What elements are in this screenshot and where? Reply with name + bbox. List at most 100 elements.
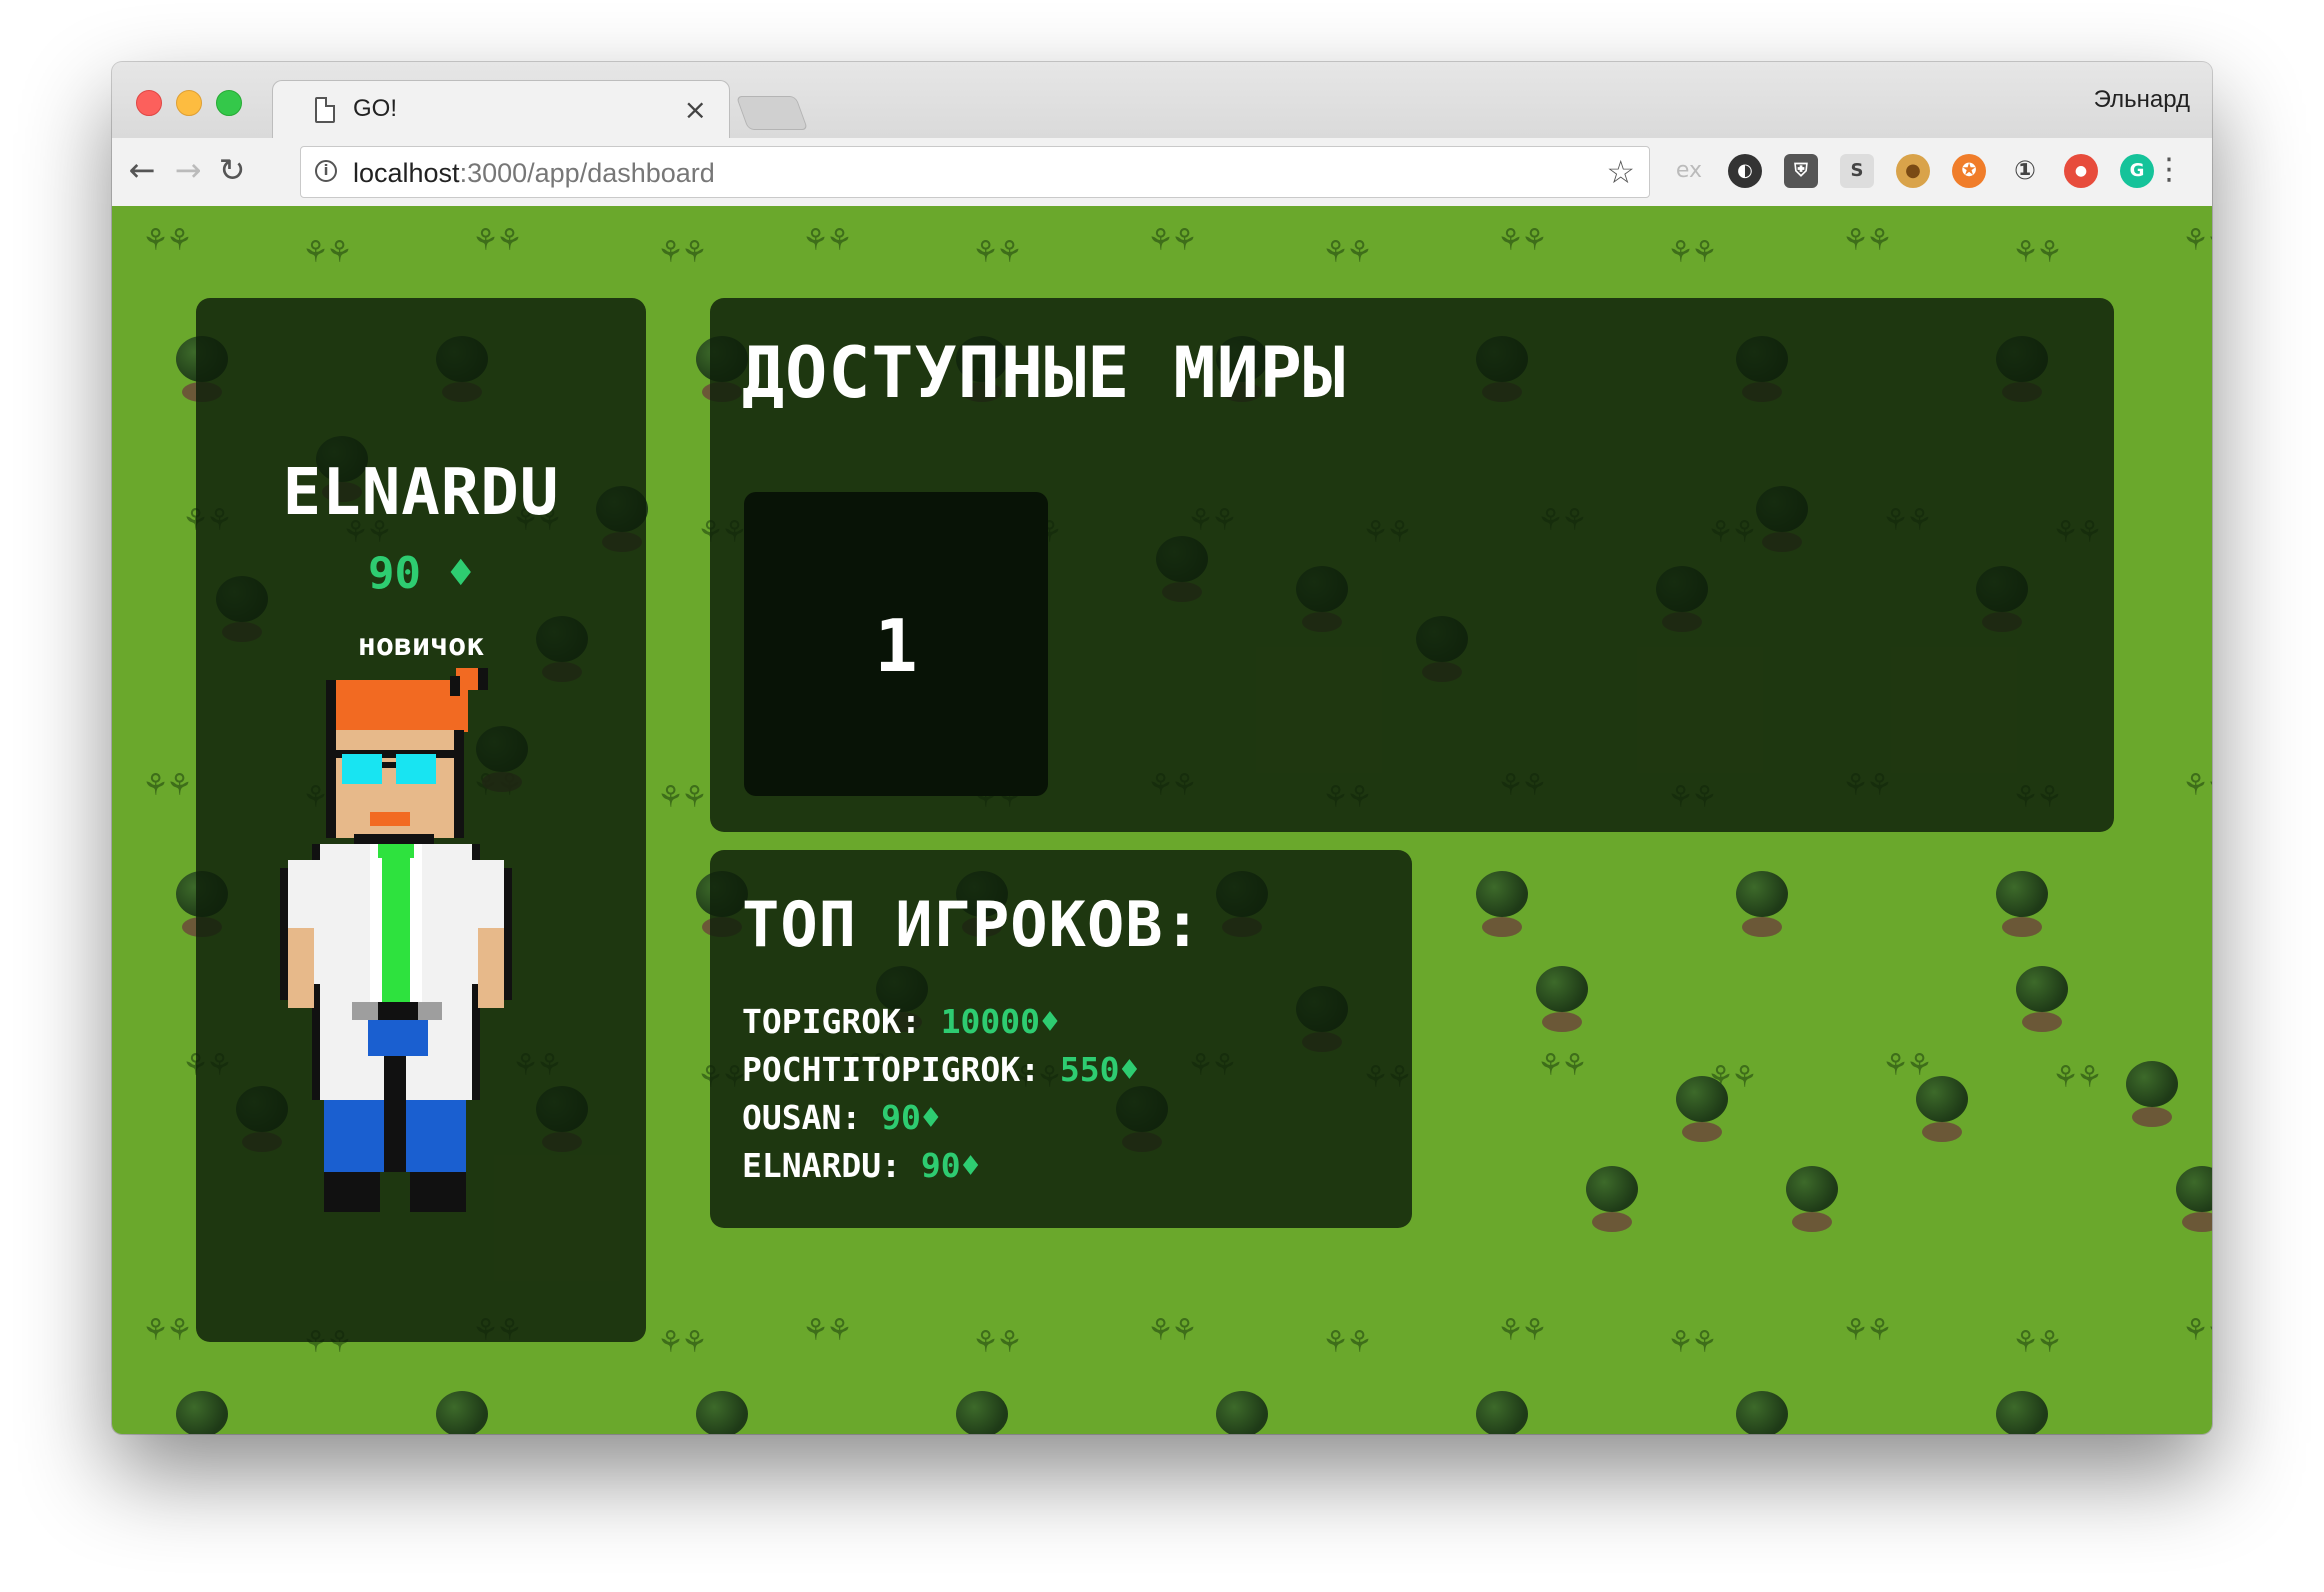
leaderboard-player-name: OUSAN: — [742, 1098, 862, 1137]
tree — [1472, 871, 1532, 941]
tab-close-icon[interactable]: × — [684, 93, 707, 126]
worlds-title: ДОСТУПНЫЕ МИРЫ — [742, 332, 1347, 414]
grass-tuft: ⚘⚘ — [657, 1325, 708, 1360]
username: ELNARDU — [282, 456, 560, 530]
grass-tuft: ⚘⚘ — [1322, 235, 1373, 270]
url-host: localhost — [353, 158, 460, 188]
tree — [1992, 1391, 2052, 1434]
grass-tuft: ⚘⚘ — [1842, 1313, 1893, 1348]
url-path: :3000/app/dashboard — [459, 158, 715, 188]
grass-tuft: ⚘⚘ — [1322, 1325, 1373, 1360]
grass-tuft: ⚘⚘ — [972, 1325, 1023, 1360]
grass-tuft: ⚘⚘ — [2182, 768, 2212, 803]
tree — [1912, 1076, 1972, 1146]
leaderboard-score: 90 — [881, 1098, 921, 1137]
leaderboard-row: POCHTITOPIGROK: 550♦ — [742, 1050, 1139, 1089]
grass-tuft: ⚘⚘ — [1147, 223, 1198, 258]
tree — [432, 1391, 492, 1434]
grass-tuft: ⚘⚘ — [1842, 223, 1893, 258]
s-extension-icon[interactable]: S — [1840, 154, 1874, 188]
reload-icon[interactable]: ↻ — [212, 150, 252, 190]
game-dashboard: ⚘⚘ ⚘⚘ ⚘⚘ ⚘⚘ ⚘⚘ ⚘⚘ ⚘⚘ ⚘⚘ ⚘⚘ ⚘⚘ ⚘⚘ ⚘⚘ ⚘ ⚘ ⚘ ⚘ ⚘ ⚘ ⚘⚘ ⚘⚘ ⚘⚘ ⚘⚘ ⚘⚘… — [112, 206, 2212, 1434]
grammarly-extension-icon[interactable]: G — [2120, 154, 2154, 188]
grass-tuft: ⚘⚘ — [1667, 1325, 1718, 1360]
tree — [2172, 1166, 2212, 1236]
tree — [1732, 1391, 1792, 1434]
grass-tuft: ⚘⚘ — [2182, 1313, 2212, 1348]
leaderboard-row: TOPIGROK: 10000♦ — [742, 1002, 1060, 1041]
close-window-button[interactable] — [136, 90, 162, 116]
ex-extension-icon[interactable]: ex — [1672, 154, 1706, 188]
gem-balance: 90 ♦ — [196, 548, 646, 599]
player-avatar — [280, 668, 512, 1212]
password-extension-icon[interactable]: ① — [2008, 154, 2042, 188]
grass-tuft: ⚘⚘ — [2182, 223, 2212, 258]
profile-name[interactable]: Эльнард — [2094, 86, 2190, 114]
orange-extension-icon[interactable]: ✪ — [1952, 154, 1986, 188]
cookie-extension-icon[interactable]: ● — [1896, 154, 1930, 188]
leaderboard-title: ТОП ИГРОКОВ: — [742, 888, 1202, 961]
grass-tuft: ⚘⚘ — [472, 223, 523, 258]
world-card[interactable]: 1 — [744, 492, 1048, 796]
back-arrow-icon[interactable]: ← — [122, 150, 162, 190]
grass-tuft: ⚘⚘ — [2052, 1060, 2103, 1095]
address-bar[interactable]: i localhost:3000/app/dashboard ☆ — [300, 146, 1650, 198]
profile-panel: ELNARDU 90 ♦ новичок — [196, 298, 646, 1342]
tree — [1212, 1391, 1272, 1434]
browser-toolbar: ← → ↻ i localhost:3000/app/dashboard ☆ e… — [112, 138, 2212, 207]
grass-tuft: ⚘⚘ — [1497, 223, 1548, 258]
grass-tuft: ⚘⚘ — [657, 235, 708, 270]
grass-tuft: ⚘⚘ — [2012, 235, 2063, 270]
gem-count: 90 — [368, 548, 421, 599]
gem-icon: ♦ — [447, 548, 474, 599]
grass-tuft: ⚘⚘ — [1667, 235, 1718, 270]
player-rank: новичок — [357, 628, 485, 663]
tree — [1582, 1166, 1642, 1236]
world-number: 1 — [874, 604, 918, 688]
page-icon — [315, 97, 335, 123]
grass-tuft: ⚘⚘ — [1497, 1313, 1548, 1348]
tree — [2122, 1061, 2182, 1131]
speed-extension-icon[interactable]: ◐ — [1728, 154, 1762, 188]
gem-icon: ♦ — [1119, 1050, 1140, 1089]
browser-menu-icon[interactable]: ⋮ — [2154, 150, 2184, 190]
tree — [1992, 871, 2052, 941]
tree — [2012, 966, 2072, 1036]
gem-icon: ♦ — [960, 1146, 981, 1185]
record-extension-icon[interactable]: ● — [2064, 154, 2098, 188]
bookmark-star-icon[interactable]: ☆ — [1606, 153, 1635, 191]
grass-tuft: ⚘⚘ — [142, 223, 193, 258]
browser-tab[interactable]: GO! × — [272, 80, 730, 139]
title-bar: GO! × Эльнард — [112, 62, 2212, 139]
forward-arrow-icon[interactable]: → — [168, 150, 208, 190]
leaderboard-player-name: ELNARDU: — [742, 1146, 901, 1185]
grass-tuft: ⚘⚘ — [802, 1313, 853, 1348]
leaderboard-row: OUSAN: 90♦ — [742, 1098, 941, 1137]
leaderboard-score: 90 — [920, 1146, 961, 1185]
worlds-panel: ДОСТУПНЫЕ МИРЫ 1 — [710, 298, 2114, 832]
grass-tuft: ⚘⚘ — [302, 235, 353, 270]
tree — [1782, 1166, 1842, 1236]
gem-icon: ♦ — [920, 1098, 941, 1137]
leaderboard-score: 550 — [1059, 1050, 1120, 1089]
new-tab-button[interactable] — [735, 96, 809, 130]
info-icon[interactable]: i — [315, 160, 337, 182]
url-text[interactable]: localhost:3000/app/dashboard — [353, 158, 715, 189]
grass-tuft: ⚘⚘ — [657, 780, 708, 815]
grass-tuft: ⚘⚘ — [2012, 1325, 2063, 1360]
leaderboard-panel: ТОП ИГРОКОВ: TOPIGROK: 10000♦ POCHTITOPIG… — [710, 850, 1412, 1228]
tree — [952, 1391, 1012, 1434]
grass-tuft: ⚘⚘ — [802, 223, 853, 258]
gem-icon: ♦ — [1040, 1002, 1060, 1041]
grass-tuft: ⚘⚘ — [142, 1313, 193, 1348]
leaderboard-player-name: TOPIGROK: — [742, 1002, 921, 1041]
minimize-window-button[interactable] — [176, 90, 202, 116]
tab-title: GO! — [353, 95, 398, 122]
grass-tuft: ⚘⚘ — [142, 768, 193, 803]
tree — [172, 1391, 232, 1434]
shield-extension-icon[interactable]: ⛨ — [1784, 154, 1818, 188]
zoom-window-button[interactable] — [216, 90, 242, 116]
grass-tuft: ⚘⚘ — [1537, 1048, 1588, 1083]
browser-window: GO! × Эльнард ← → ↻ i localhost:3000/app… — [112, 62, 2212, 1434]
grass-tuft: ⚘⚘ — [972, 235, 1023, 270]
